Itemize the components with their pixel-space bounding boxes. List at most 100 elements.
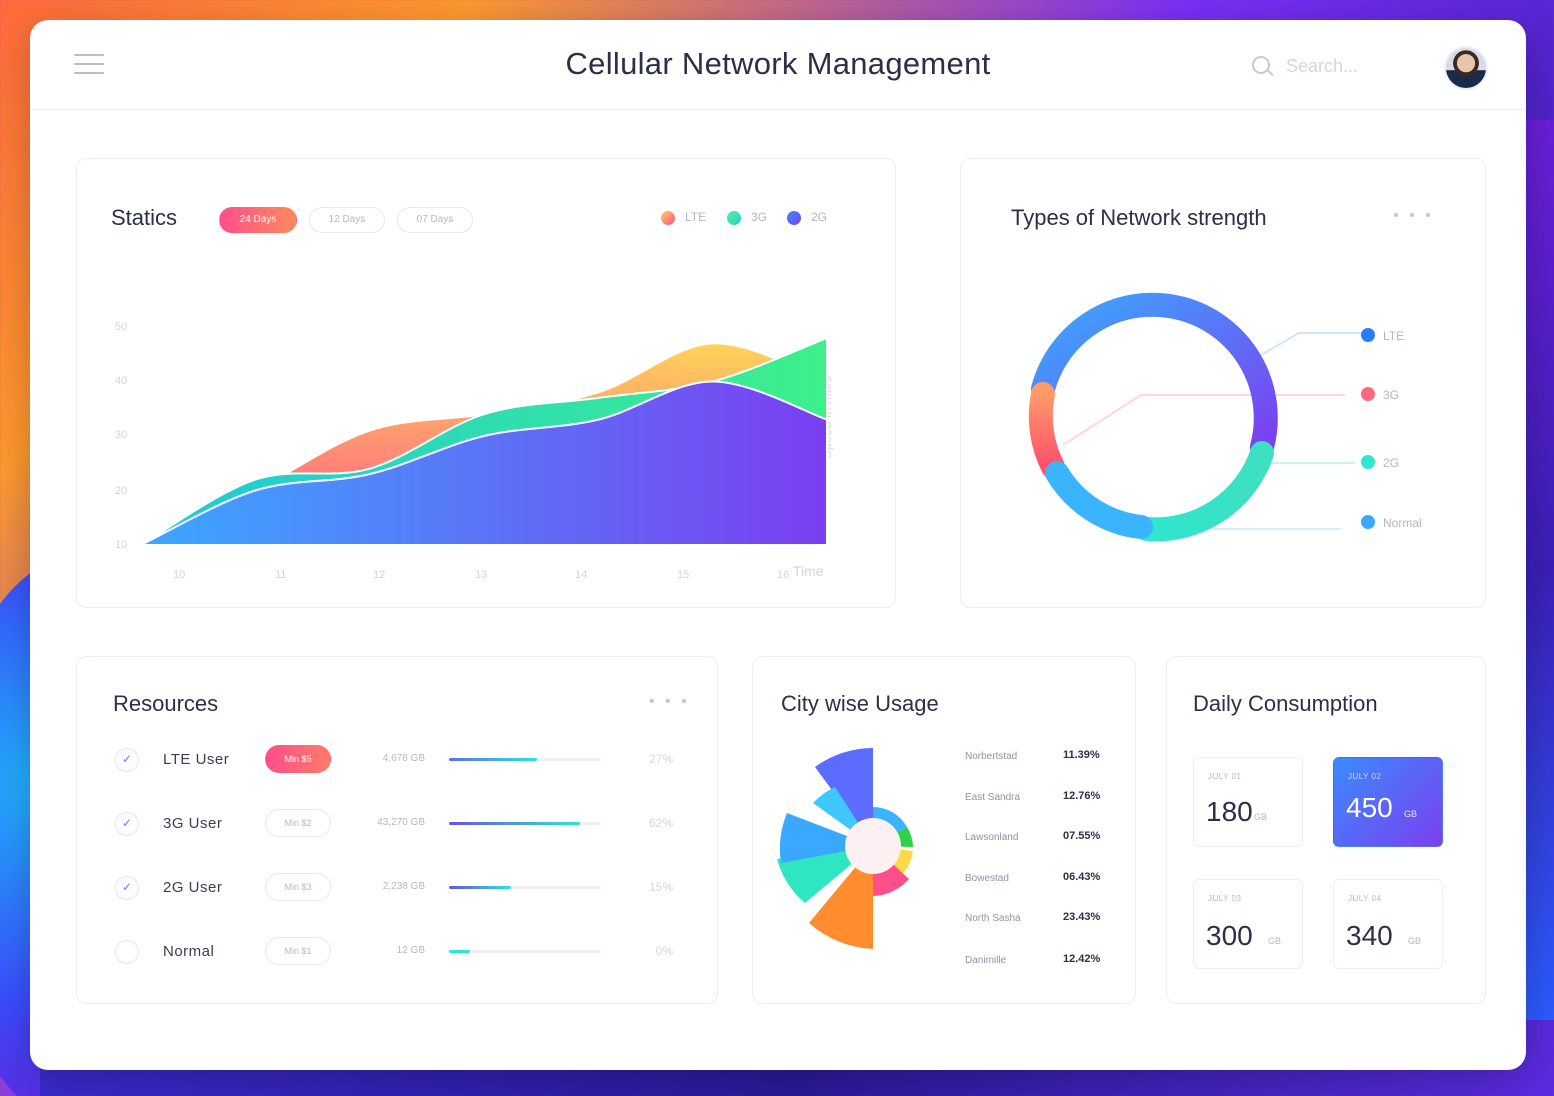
city-value: 12.42% [1063, 953, 1101, 965]
polar-area-chart [777, 748, 913, 949]
day-unit: GB [1254, 812, 1268, 822]
data-volume: 43,270 GB [377, 817, 425, 828]
day-label: JULY 01 [1208, 772, 1242, 781]
day-unit: GB [1268, 936, 1282, 946]
usage-bar [449, 950, 601, 953]
usage-bar-fill [449, 822, 580, 825]
plan-badge[interactable]: Min $2 [265, 809, 331, 837]
check-icon[interactable] [115, 940, 139, 964]
usage-bar [449, 886, 601, 889]
day-card[interactable]: JULY 01 180 GB [1193, 757, 1303, 847]
usage-percent: 27% [648, 752, 673, 766]
connector-line [1260, 332, 1363, 356]
legend-label: Normal [1383, 516, 1422, 530]
check-icon[interactable]: ✓ [115, 876, 139, 900]
city-value: 06.43% [1063, 871, 1101, 883]
statics-card: Statics 24 Days 12 Days 07 Days LTE 3G 2… [76, 158, 896, 608]
usage-bar-fill [449, 950, 471, 953]
resource-row-normal: Normal Min $1 12 GB 0% [113, 937, 693, 967]
plan-badge[interactable]: Min $3 [265, 873, 331, 901]
legend-dot [1361, 328, 1375, 342]
day-label: JULY 03 [1208, 894, 1242, 903]
city-row: Bowestad 06.43% [965, 871, 1115, 889]
app-window: Cellular Network Management Statics 24 D… [30, 20, 1526, 1070]
city-value: 07.55% [1063, 830, 1101, 842]
resource-row-lte: ✓ LTE User Min $5 4,678 GB 27% [113, 745, 693, 775]
city-name: Lawsonland [965, 832, 1019, 843]
donut-chart [1028, 292, 1363, 542]
resource-row-3g: ✓ 3G User Min $2 43,270 GB 62% [113, 809, 693, 839]
legend-dot [1361, 455, 1375, 469]
plan-badge[interactable]: Min $5 [265, 745, 331, 773]
search-input[interactable] [1286, 54, 1406, 78]
resources-title: Resources [113, 691, 219, 716]
usage-bar [449, 822, 601, 825]
city-name: North Sasha [965, 913, 1021, 924]
city-usage-title: City wise Usage [781, 691, 939, 716]
city-row: Lawsonland 07.55% [965, 830, 1115, 848]
legend-label: 3G [1383, 388, 1400, 402]
search-icon[interactable] [1252, 56, 1270, 74]
donut-segment-3g[interactable] [1028, 382, 1065, 479]
resource-row-2g: ✓ 2G User Min $3 2,238 GB 15% [113, 873, 693, 903]
search-box[interactable] [1248, 52, 1418, 80]
daily-consumption-card: Daily Consumption JULY 01 180 GB JULY 02… [1166, 656, 1486, 1004]
polar-center [845, 818, 901, 874]
day-value: 450 [1346, 792, 1393, 823]
area-chart [137, 336, 828, 546]
day-label: JULY 02 [1348, 772, 1382, 781]
check-icon[interactable]: ✓ [115, 748, 139, 772]
city-row: Danimille 12.42% [965, 953, 1115, 971]
legend-label: LTE [1383, 329, 1405, 343]
day-value: 340 [1346, 920, 1393, 951]
resource-name: 3G User [163, 815, 223, 832]
more-options-icon[interactable]: • • • [649, 693, 690, 711]
daily-consumption-title: Daily Consumption [1193, 691, 1378, 716]
day-value: 180 [1206, 796, 1253, 827]
city-row: North Sasha 23.43% [965, 911, 1115, 929]
donut-segment-lte[interactable] [1031, 292, 1278, 459]
resources-card: Resources • • • ✓ LTE User Min $5 4,678 … [76, 656, 718, 1004]
city-name: Bowestad [965, 873, 1009, 884]
donut-segment-2g[interactable] [1135, 441, 1274, 542]
usage-bar-fill [449, 758, 538, 761]
legend-dot [1361, 515, 1375, 529]
city-usage-card: City wise Usage Norbertstad 11.39% East … [752, 656, 1136, 1004]
legend-dot [1361, 387, 1375, 401]
day-value: 300 [1206, 920, 1253, 951]
city-name: Danimille [965, 955, 1007, 966]
usage-bar-fill [449, 886, 512, 889]
donut-segment-normal[interactable] [1045, 461, 1153, 539]
resource-name: 2G User [163, 879, 223, 896]
day-card[interactable]: JULY 04 340 GB [1333, 879, 1443, 969]
area-series-2g[interactable] [140, 380, 828, 546]
city-value: 11.39% [1063, 749, 1100, 761]
day-unit: GB [1404, 809, 1418, 819]
city-value: 12.76% [1063, 790, 1101, 802]
day-card[interactable]: JULY 03 300 GB [1193, 879, 1303, 969]
usage-percent: 15% [648, 880, 673, 894]
city-name: Norbertstad [965, 751, 1018, 762]
avatar[interactable] [1444, 46, 1488, 90]
usage-percent: 62% [648, 816, 673, 830]
city-name: East Sandra [965, 792, 1021, 803]
connector-line [1062, 394, 1345, 446]
legend-label: 2G [1383, 456, 1400, 470]
resource-name: LTE User [163, 751, 230, 768]
resource-name: Normal [163, 943, 215, 960]
data-volume: 4,678 GB [382, 753, 425, 764]
network-strength-card: Types of Network strength • • • LTE 3G 2… [960, 158, 1486, 608]
day-card[interactable]: JULY 02 450 GB [1333, 757, 1443, 847]
check-icon[interactable]: ✓ [115, 812, 139, 836]
city-value: 23.43% [1063, 911, 1101, 923]
data-volume: 2,238 GB [382, 881, 425, 892]
day-label: JULY 04 [1348, 894, 1382, 903]
data-volume: 12 GB [396, 945, 425, 956]
top-bar: Cellular Network Management [30, 20, 1526, 110]
usage-bar [449, 758, 601, 761]
day-unit: GB [1408, 936, 1422, 946]
usage-percent: 0% [655, 944, 673, 958]
plan-badge[interactable]: Min $1 [265, 937, 331, 965]
city-row: East Sandra 12.76% [965, 790, 1115, 808]
city-row: Norbertstad 11.39% [965, 749, 1115, 767]
